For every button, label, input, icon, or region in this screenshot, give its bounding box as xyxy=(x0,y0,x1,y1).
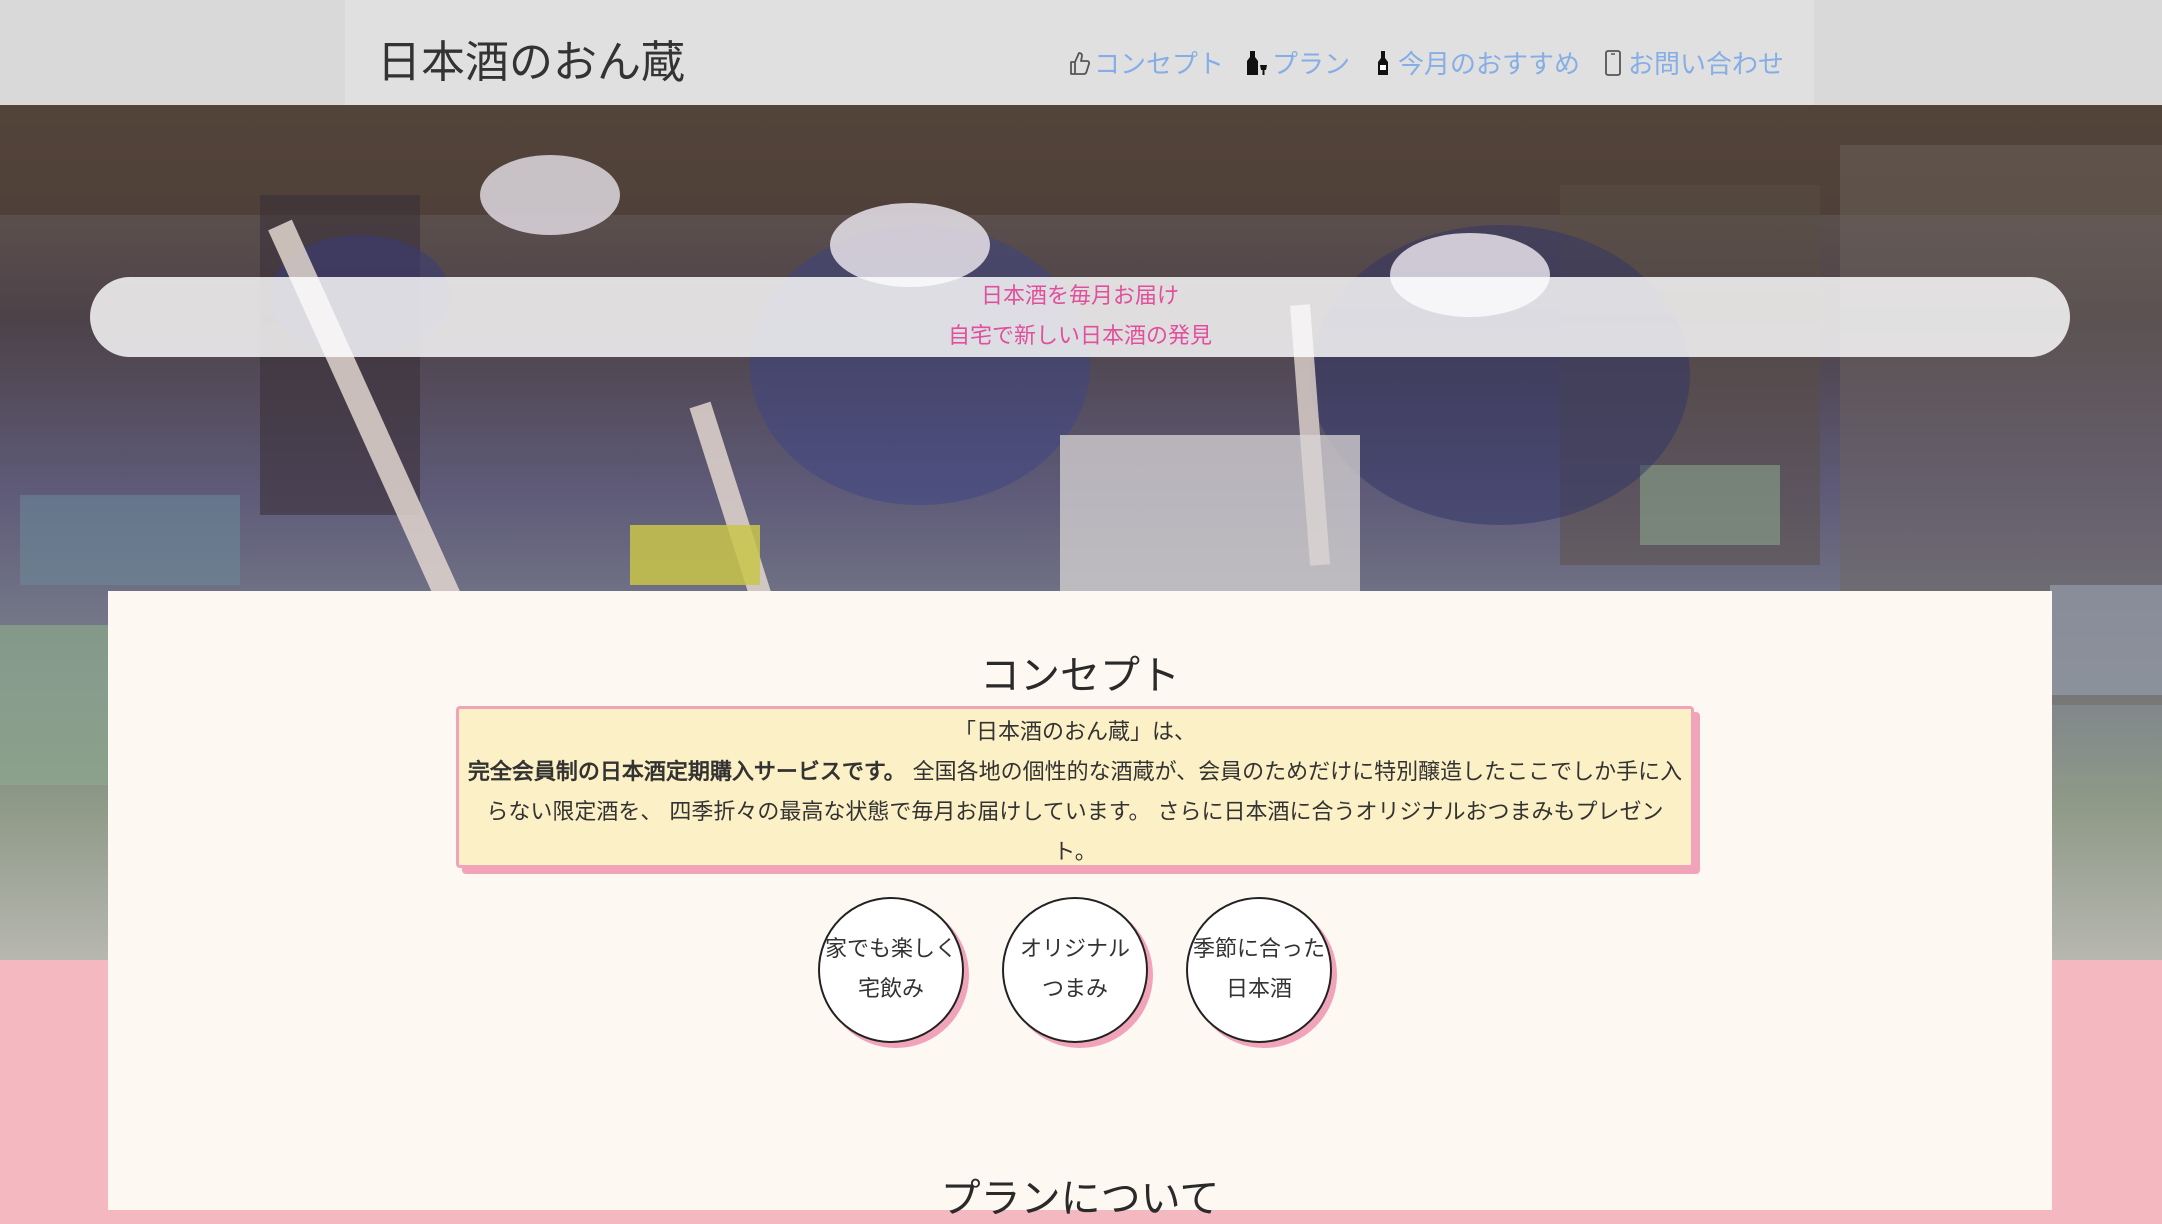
nav-link-recommend[interactable]: 今月のおすすめ xyxy=(1372,44,1580,81)
feature-circle: 季節に合った 日本酒 xyxy=(1186,897,1332,1043)
nav-label: プラン xyxy=(1271,50,1350,80)
feature-line-1: 季節に合った xyxy=(1192,937,1325,962)
thumbs-up-icon xyxy=(1068,49,1090,77)
wine-bottle-icon xyxy=(1372,49,1394,77)
feature-line-2: 日本酒 xyxy=(1225,977,1292,1002)
site-title[interactable]: 日本酒のおん蔵 xyxy=(377,26,685,90)
nav-link-concept[interactable]: コンセプト xyxy=(1068,44,1224,81)
nav-label: コンセプト xyxy=(1093,50,1224,80)
feature-circles: 家でも楽しく 宅飲み オリジナル つまみ 季節に合った 日本酒 xyxy=(818,897,1332,1043)
feature-circle: オリジナル つまみ xyxy=(1002,897,1148,1043)
concept-body-bold: 完全会員制の日本酒定期購入サービスです。 xyxy=(467,760,906,785)
nav-link-contact[interactable]: お問い合わせ xyxy=(1602,44,1784,81)
concept-body: 完全会員制の日本酒定期購入サービスです。 全国各地の個性的な酒蔵が、会員のためだ… xyxy=(465,753,1685,873)
feature-line-2: 宅飲み xyxy=(857,977,924,1002)
concept-box: 「日本酒のおん蔵」は、 完全会員制の日本酒定期購入サービスです。 全国各地の個性… xyxy=(456,706,1694,868)
top-bar: 日本酒のおん蔵 コンセプト プラン 今月のおすすめ お問い合わせ xyxy=(0,0,2162,105)
nav-label: 今月のおすすめ xyxy=(1397,50,1580,80)
hero-banner: 日本酒を毎月お届け 自宅で新しい日本酒の発見 xyxy=(90,277,2070,357)
feature-line-1: オリジナル xyxy=(1019,937,1130,962)
hero-tagline-2: 自宅で新しい日本酒の発見 xyxy=(947,324,1212,349)
phone-icon xyxy=(1602,49,1624,77)
feature-line-2: つまみ xyxy=(1041,977,1108,1002)
nav-link-plan[interactable]: プラン xyxy=(1246,44,1350,81)
hero-tagline-1: 日本酒を毎月お届け xyxy=(980,284,1179,309)
main-nav: コンセプト プラン 今月のおすすめ お問い合わせ xyxy=(1068,44,1784,81)
feature-circle: 家でも楽しく 宅飲み xyxy=(818,897,964,1043)
concept-line-1: 「日本酒のおん蔵」は、 xyxy=(953,720,1196,745)
plan-heading: プランについて xyxy=(940,1176,1220,1222)
site-header: 日本酒のおん蔵 コンセプト プラン 今月のおすすめ お問い合わせ xyxy=(345,0,1814,105)
bottle-glass-icon xyxy=(1246,49,1268,77)
main-content: コンセプト 「日本酒のおん蔵」は、 完全会員制の日本酒定期購入サービスです。 全… xyxy=(108,591,2052,1222)
nav-label: お問い合わせ xyxy=(1627,50,1784,80)
concept-heading: コンセプト xyxy=(980,653,1180,699)
feature-line-1: 家でも楽しく xyxy=(824,937,957,962)
